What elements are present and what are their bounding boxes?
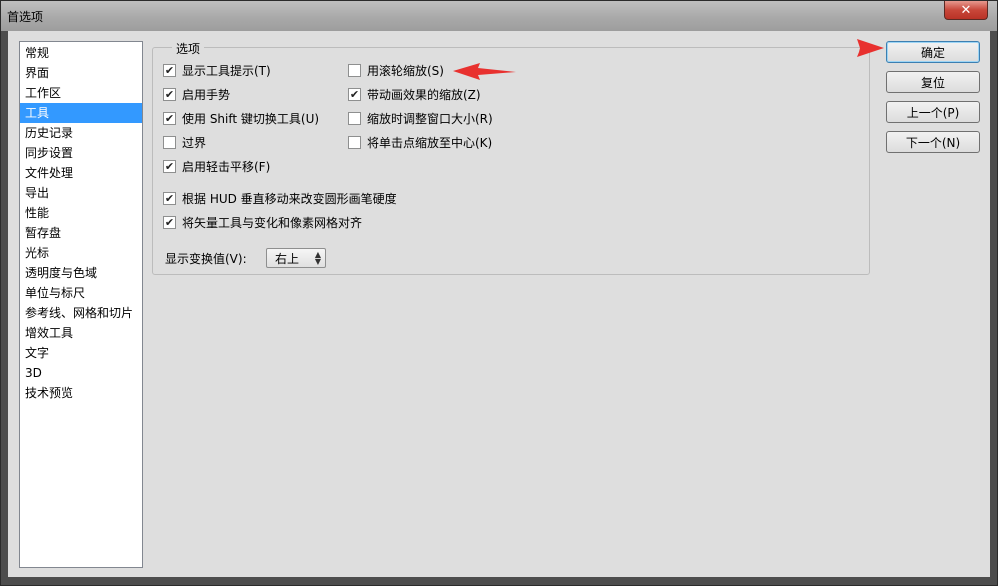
option-snap-vector-to-pixel-grid[interactable]: ✔ 将矢量工具与变化和像素网格对齐 bbox=[163, 214, 362, 230]
reset-button-label: 复位 bbox=[920, 75, 945, 90]
title-bar: 首选项 ✕ bbox=[1, 1, 997, 31]
category-item[interactable]: 常规 bbox=[20, 43, 142, 63]
checkbox[interactable]: ✔ bbox=[163, 215, 176, 229]
checkbox[interactable]: ✔ bbox=[348, 87, 361, 101]
category-list[interactable]: 常规 界面 工作区 工具 历史记录 同步设置 文件处理 导出 性能 暂存盘 光标 透明度与色域 单位与标… bbox=[19, 41, 143, 568]
window-bottom-border bbox=[1, 577, 997, 585]
transform-value-selected: 右上 bbox=[275, 251, 300, 266]
transform-value-select[interactable]: 右上 ▲ ▼ bbox=[266, 248, 326, 268]
category-item[interactable]: 界面 bbox=[20, 63, 142, 83]
next-button-label: 下一个(N) bbox=[905, 135, 961, 150]
dialog-body: 常规 界面 工作区 工具 历史记录 同步设置 文件处理 导出 性能 暂存盘 光标 透明度与色域 单位与标… bbox=[8, 31, 990, 579]
category-item[interactable]: 参考线、网格和切片 bbox=[20, 303, 142, 323]
checkbox[interactable]: ✔ bbox=[163, 111, 176, 125]
next-button[interactable]: 下一个(N) bbox=[886, 131, 980, 153]
category-item[interactable]: 增效工具 bbox=[20, 323, 142, 343]
option-animated-zoom[interactable]: ✔ 带动画效果的缩放(Z) bbox=[348, 86, 481, 102]
category-item[interactable]: 工作区 bbox=[20, 83, 142, 103]
close-icon: ✕ bbox=[960, 2, 972, 18]
option-label: 过界 bbox=[182, 135, 207, 150]
spin-arrows-icon: ▲ ▼ bbox=[314, 250, 321, 266]
option-label: 根据 HUD 垂直移动来改变圆形画笔硬度 bbox=[182, 191, 397, 206]
option-zoom-with-scroll-wheel[interactable]: 用滚轮缩放(S) bbox=[348, 62, 444, 78]
option-label: 使用 Shift 键切换工具(U) bbox=[182, 111, 320, 126]
category-item[interactable]: 导出 bbox=[20, 183, 142, 203]
option-label: 启用轻击平移(F) bbox=[182, 159, 271, 174]
category-item[interactable]: 性能 bbox=[20, 203, 142, 223]
checkbox[interactable] bbox=[348, 63, 361, 77]
category-item[interactable]: 暂存盘 bbox=[20, 223, 142, 243]
checkbox[interactable]: ✔ bbox=[163, 63, 176, 77]
category-item[interactable]: 工具 bbox=[20, 103, 142, 123]
previous-button[interactable]: 上一个(P) bbox=[886, 101, 980, 123]
close-button[interactable]: ✕ bbox=[944, 1, 988, 20]
category-item[interactable]: 光标 bbox=[20, 243, 142, 263]
previous-button-label: 上一个(P) bbox=[906, 105, 960, 120]
option-label: 将单击点缩放至中心(K) bbox=[367, 135, 493, 150]
option-show-tooltips[interactable]: ✔ 显示工具提示(T) bbox=[163, 62, 271, 78]
category-item[interactable]: 文件处理 bbox=[20, 163, 142, 183]
option-label: 缩放时调整窗口大小(R) bbox=[367, 111, 493, 126]
option-zoom-resizes-windows[interactable]: 缩放时调整窗口大小(R) bbox=[348, 110, 493, 126]
category-item[interactable]: 3D bbox=[20, 363, 142, 383]
category-item[interactable]: 技术预览 bbox=[20, 383, 142, 403]
options-group-title: 选项 bbox=[172, 40, 205, 57]
option-shift-switch-tools[interactable]: ✔ 使用 Shift 键切换工具(U) bbox=[163, 110, 319, 126]
transform-value-label: 显示变换值(V): bbox=[165, 252, 247, 266]
option-enable-gestures[interactable]: ✔ 启用手势 bbox=[163, 86, 230, 102]
category-item[interactable]: 文字 bbox=[20, 343, 142, 363]
checkbox[interactable] bbox=[348, 111, 361, 125]
option-label: 将矢量工具与变化和像素网格对齐 bbox=[182, 215, 363, 230]
checkbox[interactable]: ✔ bbox=[163, 159, 176, 173]
option-overscroll[interactable]: 过界 bbox=[163, 134, 206, 150]
category-item[interactable]: 单位与标尺 bbox=[20, 283, 142, 303]
option-label: 带动画效果的缩放(Z) bbox=[367, 87, 481, 102]
checkbox[interactable]: ✔ bbox=[163, 87, 176, 101]
checkbox[interactable]: ✔ bbox=[163, 191, 176, 205]
ok-button[interactable]: 确定 bbox=[886, 41, 980, 63]
ok-button-label: 确定 bbox=[920, 45, 945, 60]
reset-button[interactable]: 复位 bbox=[886, 71, 980, 93]
option-label: 显示工具提示(T) bbox=[182, 63, 271, 78]
checkbox[interactable] bbox=[163, 135, 176, 149]
checkbox[interactable] bbox=[348, 135, 361, 149]
option-label: 启用手势 bbox=[182, 87, 231, 102]
preferences-window: 首选项 ✕ 常规 界面 工作区 工具 历史记录 同步设置 文件处理 导出 性能 暂存盘 光标 透明度与… bbox=[0, 0, 998, 586]
category-item[interactable]: 历史记录 bbox=[20, 123, 142, 143]
category-item[interactable]: 同步设置 bbox=[20, 143, 142, 163]
option-zoom-clicked-point-to-center[interactable]: 将单击点缩放至中心(K) bbox=[348, 134, 492, 150]
option-hud-brush-hardness[interactable]: ✔ 根据 HUD 垂直移动来改变圆形画笔硬度 bbox=[163, 190, 397, 206]
category-item[interactable]: 透明度与色域 bbox=[20, 263, 142, 283]
option-flick-panning[interactable]: ✔ 启用轻击平移(F) bbox=[163, 158, 270, 174]
window-title: 首选项 bbox=[7, 10, 44, 24]
option-label: 用滚轮缩放(S) bbox=[367, 63, 444, 78]
